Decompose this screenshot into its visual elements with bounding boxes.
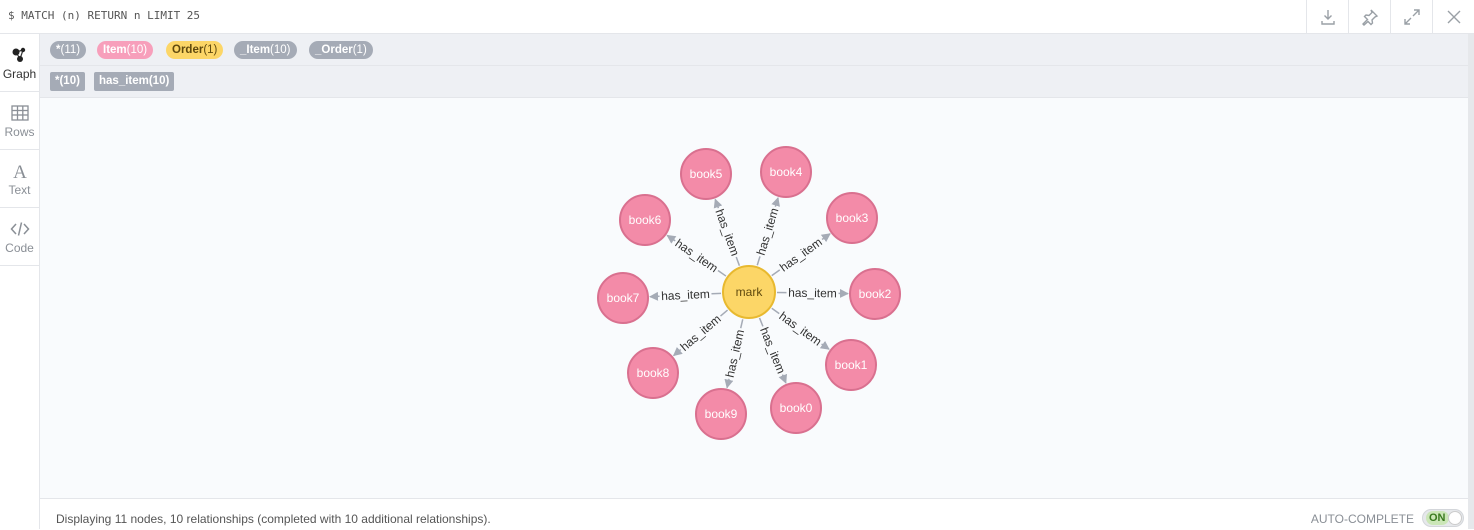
node-label: book8 [637,366,670,380]
tab-label: Rows [4,125,34,139]
relationship-label: has_item [677,312,723,354]
relationship-label: has_item [723,328,748,379]
status-footer: Displaying 11 nodes, 10 relationships (c… [40,498,1468,530]
relationship-line[interactable] [741,319,743,328]
relationship-arrow[interactable] [667,235,675,241]
relationship-line[interactable] [772,308,779,313]
node-label-item[interactable]: Item(10) [97,41,153,59]
rel-type-has-item[interactable]: has_item(10) [94,72,174,91]
pin-button[interactable] [1348,0,1390,33]
tab-text[interactable]: A Text [0,150,39,208]
relationship-arrow[interactable] [775,198,778,207]
relationship-line[interactable] [760,318,763,326]
relationship-label: has_item [757,325,788,375]
node-label: book5 [690,167,723,181]
relationship-label: has_item [788,286,837,301]
relationship-line[interactable] [736,257,739,266]
download-icon [1319,8,1337,26]
relationship-arrow[interactable] [715,199,718,208]
relationship-types-bar: *(10) has_item(10) [40,66,1468,98]
relationship-label: has_item [777,309,825,349]
autocomplete-label: AUTO-COMPLETE [1311,512,1414,526]
rel-type-all[interactable]: *(10) [50,72,85,91]
relationship-arrow[interactable] [822,234,830,240]
tab-label: Text [8,183,30,197]
autocomplete-toggle[interactable]: ON [1422,509,1464,527]
node-label: book4 [770,165,803,179]
relationship-line[interactable] [757,256,760,265]
node-labels-bar: *(11) Item(10) Order(1) _Item(10) _Order… [40,34,1468,66]
graph-icon [10,45,30,65]
relationship-label: has_item [754,206,782,257]
relationship-label: has_item [673,236,721,275]
relationship-arrow[interactable] [782,375,785,383]
node-label: book9 [705,407,738,421]
close-button[interactable] [1432,0,1474,33]
node-label-order-underscore[interactable]: _Order(1) [309,41,373,59]
relationship-arrow[interactable] [822,344,829,349]
download-button[interactable] [1306,0,1348,33]
relationship-arrow[interactable] [727,379,729,388]
node-label-order[interactable]: Order(1) [166,41,223,59]
tab-rows[interactable]: Rows [0,92,39,150]
graph-svg[interactable]: has_itemhas_itemhas_itemhas_itemhas_item… [40,98,1468,498]
tab-label: Graph [3,67,36,81]
tab-label: Code [5,241,34,255]
node-label: book6 [629,213,662,227]
node-label: book2 [859,287,892,301]
node-label-all[interactable]: *(11) [50,41,86,59]
node-label-item-underscore[interactable]: _Item(10) [234,41,297,59]
relationship-label: has_item [661,287,710,303]
pin-icon [1361,8,1379,26]
query-text[interactable]: $ MATCH (n) RETURN n LIMIT 25 [8,9,200,22]
relationship-line[interactable] [720,310,727,316]
expand-icon [1403,8,1421,26]
toggle-knob [1448,511,1462,525]
relationship-arrow[interactable] [674,350,681,356]
node-label: mark [736,285,764,299]
view-tabs: Graph Rows A Text Code [0,34,40,529]
node-label: book7 [607,291,640,305]
frame-actions [1306,0,1474,33]
relationship-label: has_item [712,207,742,258]
relationship-line[interactable] [718,271,726,277]
relationship-line[interactable] [772,270,780,276]
graph-canvas[interactable]: has_itemhas_itemhas_itemhas_itemhas_item… [40,98,1468,498]
status-text: Displaying 11 nodes, 10 relationships (c… [56,512,491,526]
table-icon [10,103,30,123]
tab-graph[interactable]: Graph [0,34,39,92]
node-label: book3 [836,211,869,225]
code-icon [10,219,30,239]
text-icon: A [10,161,30,181]
tab-code[interactable]: Code [0,208,39,266]
relationship-label: has_item [777,235,825,275]
close-icon [1445,8,1463,26]
query-bar: $ MATCH (n) RETURN n LIMIT 25 [0,0,1474,34]
expand-button[interactable] [1390,0,1432,33]
svg-text:A: A [13,162,27,181]
scrollbar[interactable] [1468,34,1474,529]
node-label: book1 [835,358,868,372]
toggle-state: ON [1426,511,1449,525]
node-label: book0 [780,401,813,415]
